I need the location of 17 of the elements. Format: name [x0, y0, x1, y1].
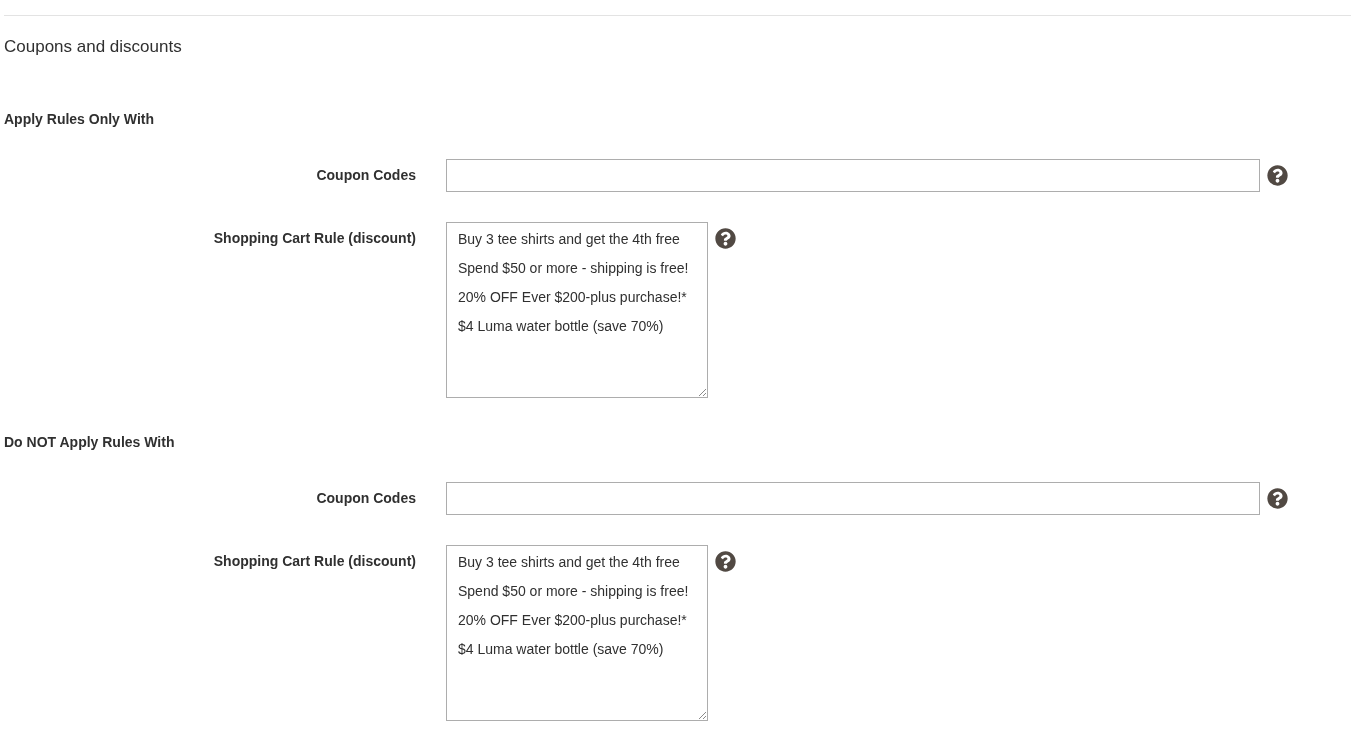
- field-label: Coupon Codes: [315, 166, 416, 185]
- help-icon[interactable]: [1267, 488, 1288, 509]
- help-icon[interactable]: [715, 551, 736, 572]
- multiselect-field[interactable]: Buy 3 tee shirts and get the 4th free Spend $50 or more - shipping is free! 20% OFF Ever $200-plus purchase!* $4 Luma water bottle (save 70%): [446, 222, 708, 398]
- input-field[interactable]: [446, 482, 1260, 515]
- field-label: Coupon Codes: [315, 489, 416, 508]
- input-field[interactable]: [446, 159, 1260, 192]
- help-icon[interactable]: [1267, 165, 1288, 186]
- group-heading: Do NOT Apply Rules With: [4, 433, 176, 452]
- resize-grip-icon[interactable]: [698, 388, 706, 396]
- multiselect-field[interactable]: Buy 3 tee shirts and get the 4th free Spend $50 or more - shipping is free! 20% OFF Ever $200-plus purchase!* $4 Luma water bottle (save 70%): [446, 545, 708, 721]
- field-label: Shopping Cart Rule (discount): [212, 229, 416, 248]
- help-icon[interactable]: [715, 228, 736, 249]
- section-title: Coupons and discounts: [4, 37, 183, 57]
- field-label: Shopping Cart Rule (discount): [212, 552, 416, 571]
- group-heading: Apply Rules Only With: [4, 110, 155, 129]
- resize-grip-icon[interactable]: [698, 711, 706, 719]
